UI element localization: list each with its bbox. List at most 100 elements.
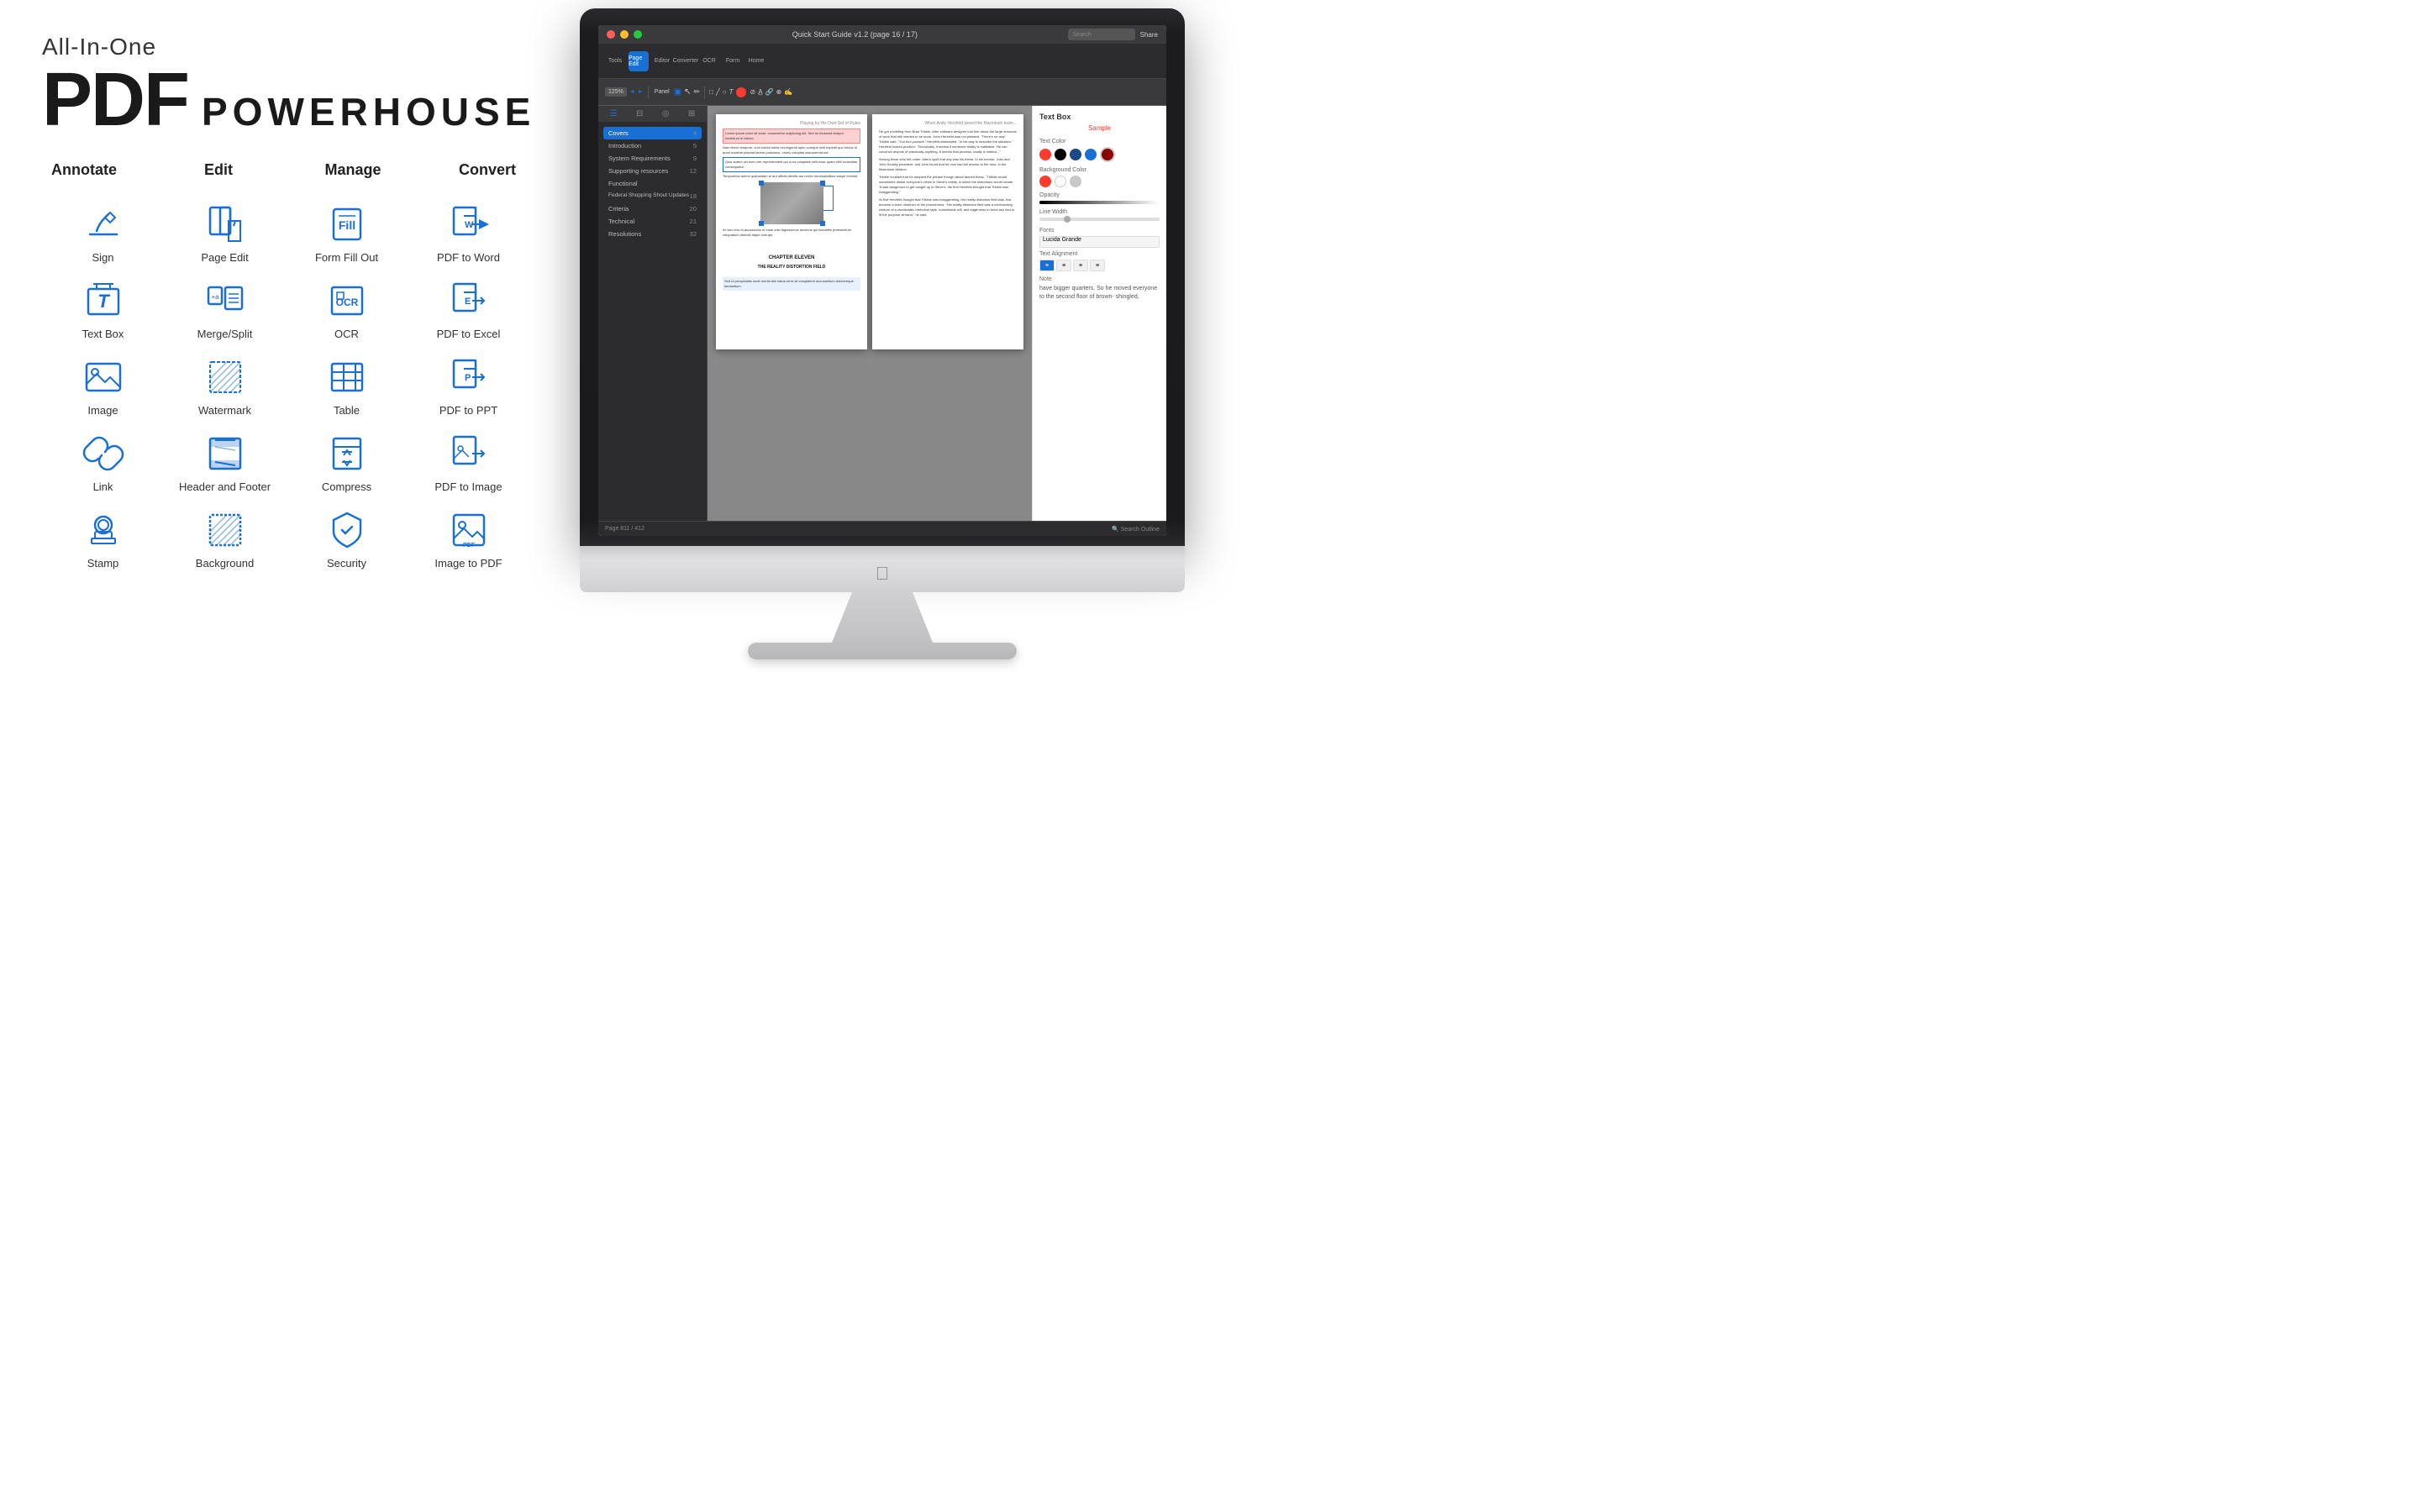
toolbar-icon-select[interactable]: ▣ <box>674 87 681 97</box>
window-minimize-dot[interactable] <box>620 30 629 39</box>
sidebar-item-federal[interactable]: Federal Shopping Shout Updates18 <box>603 190 702 202</box>
toolbar-icon-next[interactable]: ► <box>638 89 644 95</box>
page-info: Page 811 / 412 <box>605 526 644 532</box>
security-label: Security <box>327 557 366 570</box>
left-panel: All-In-One PDF POWERHOUSE Annotate Edit … <box>0 0 571 756</box>
sidebar-nav: Covers4 Introduction5 System Requirement… <box>598 122 707 245</box>
sidebar-item-support[interactable]: Supporting resources12 <box>603 165 702 177</box>
sidebar-icon-search[interactable]: ◎ <box>662 109 670 118</box>
icon-item-pdf-word: W PDF to Word <box>408 194 529 270</box>
selection-handle-br <box>820 221 825 226</box>
font-selector[interactable]: Lucida Grande <box>1039 236 1160 248</box>
toolbar-icon-sign[interactable]: ✍ <box>784 88 792 96</box>
align-justify-btn[interactable]: ≡ <box>1090 260 1105 271</box>
toolbar-icon-stamp[interactable]: ⊕ <box>776 88 782 96</box>
share-button[interactable]: Share <box>1140 31 1158 39</box>
toolbar-tab-form[interactable]: Form <box>723 51 743 71</box>
sign-icon <box>82 202 125 246</box>
icons-grid: Sign Page Edit Fill Form Fill <box>42 194 529 576</box>
bg-color-white[interactable] <box>1055 176 1066 187</box>
color-red[interactable] <box>1039 149 1051 160</box>
toolbar-icon-prev[interactable]: ◄ <box>629 89 635 95</box>
toolbar-icon-fill[interactable]: ⊘ <box>750 88 755 96</box>
selection-handle-tl <box>759 181 764 186</box>
color-black[interactable] <box>1055 149 1066 160</box>
icon-item-sign: Sign <box>42 194 164 270</box>
svg-text:PDF: PDF <box>463 543 476 549</box>
color-blue[interactable] <box>1085 149 1097 160</box>
toolbar-icon-shapes[interactable]: □ <box>709 88 713 96</box>
color-dark-red[interactable] <box>1100 147 1115 162</box>
sidebar-item-criteria[interactable]: Criteria20 <box>603 202 702 215</box>
sidebar-icon-bookmark[interactable]: ⊟ <box>636 109 643 118</box>
sidebar-icon-layers[interactable]: ⊞ <box>688 109 695 118</box>
color-dark-blue[interactable] <box>1070 149 1081 160</box>
right-panel-title: Text Box <box>1039 113 1160 121</box>
highlight-block: Lorem ipsum dolor sit amet, consectetur … <box>723 129 860 144</box>
toolbar-icon-highlight[interactable]: A̲ <box>758 88 762 96</box>
bg-color-label: Background Color <box>1039 167 1160 173</box>
toolbar-tab-tools[interactable]: Tools <box>605 51 625 71</box>
toolbar-tab-ocr[interactable]: OCR <box>699 51 719 71</box>
text-box-label: Text Box <box>82 328 124 340</box>
align-center-btn[interactable]: ≡ <box>1056 260 1071 271</box>
window-maximize-dot[interactable] <box>634 30 642 39</box>
toolbar-color-red[interactable] <box>736 87 746 97</box>
opacity-slider[interactable] <box>1039 201 1160 204</box>
icon-item-stamp: Stamp <box>42 500 164 576</box>
link-icon <box>82 432 125 475</box>
text-color-row <box>1039 147 1160 162</box>
toolbar-icon-cursor[interactable]: ↖ <box>684 87 691 97</box>
sidebar-item-covers[interactable]: Covers4 <box>603 127 702 139</box>
pdf-toolbar2: 125% ◄ ► Panel ▣ ↖ ✏ □ ╱ ○ T <box>598 79 1166 106</box>
toolbar-tab-page-edit[interactable]: Page Edit <box>629 51 649 71</box>
svg-text:OCR: OCR <box>335 297 358 308</box>
align-right-btn[interactable]: ≡ <box>1073 260 1088 271</box>
sidebar-item-resolutions[interactable]: Resolutions32 <box>603 228 702 240</box>
search-outline-btn[interactable]: 🔍 Search Outline <box>1112 526 1160 533</box>
page-edit-icon <box>203 202 247 246</box>
toolbar-tab-editor[interactable]: Editor <box>652 51 672 71</box>
watermark-icon <box>203 355 247 399</box>
pdf-sidebar: ☰ ⊟ ◎ ⊞ Covers4 Introduction5 <box>598 106 708 521</box>
page-edit-label: Page Edit <box>201 251 248 264</box>
text-box-icon: T <box>82 279 125 323</box>
headline-pdf: PDF <box>42 62 188 138</box>
window-close-dot[interactable] <box>607 30 615 39</box>
blue-selection-box: Quis autem vel eum iure reprehenderit qu… <box>723 157 860 172</box>
bg-color-gray[interactable] <box>1070 176 1081 187</box>
pdf-to-word-icon: W <box>447 202 491 246</box>
icon-row-1: Sign Page Edit Fill Form Fill <box>42 194 529 270</box>
toolbar-icon-text[interactable]: T <box>729 88 734 96</box>
icon-row-3: Image Watermark <box>42 347 529 423</box>
line-width-slider[interactable] <box>1039 218 1160 221</box>
toolbar-icon-pen[interactable]: ✏ <box>694 87 701 97</box>
compress-label: Compress <box>322 480 371 493</box>
imac-screen: Quick Start Guide v1.2 (page 16 / 17) Se… <box>598 25 1166 536</box>
category-convert: Convert <box>445 161 529 179</box>
pdf-page-content-right: When Andy Herzfeld joined the Macintosh … <box>872 114 1023 224</box>
icon-item-security: Security <box>286 500 408 576</box>
toolbar-tab-home[interactable]: Home <box>746 51 766 71</box>
toolbar-tab-converter[interactable]: Converter <box>676 51 696 71</box>
search-box[interactable]: Search <box>1068 29 1135 40</box>
icon-item-form-fill: Fill Form Fill Out <box>286 194 408 270</box>
category-edit: Edit <box>176 161 260 179</box>
icon-item-pdf-ppt: P PDF to PPT <box>408 347 529 423</box>
sidebar-item-sysreq[interactable]: System Requirements9 <box>603 152 702 165</box>
sidebar-item-functional[interactable]: Functional <box>603 177 702 190</box>
bg-color-red[interactable] <box>1039 176 1051 187</box>
toolbar-icon-zoom[interactable]: 125% <box>605 87 627 97</box>
sidebar-item-intro[interactable]: Introduction5 <box>603 139 702 152</box>
toolbar-icon-link[interactable]: 🔗 <box>765 88 774 96</box>
sidebar-item-technical[interactable]: Technical21 <box>603 215 702 228</box>
toolbar-icon-line[interactable]: ╱ <box>716 88 720 96</box>
header-footer-label: Header and Footer <box>179 480 271 493</box>
icon-item-pdf-image: PDF to Image <box>408 423 529 500</box>
ocr-label: OCR <box>334 328 359 340</box>
icon-item-watermark: Watermark <box>164 347 286 423</box>
align-left-btn[interactable]: ≡ <box>1039 260 1055 271</box>
sidebar-icon-thumbnail[interactable]: ☰ <box>610 109 618 118</box>
toolbar-panel-toggle[interactable]: Panel <box>653 87 671 97</box>
toolbar-icon-circle[interactable]: ○ <box>723 88 727 96</box>
